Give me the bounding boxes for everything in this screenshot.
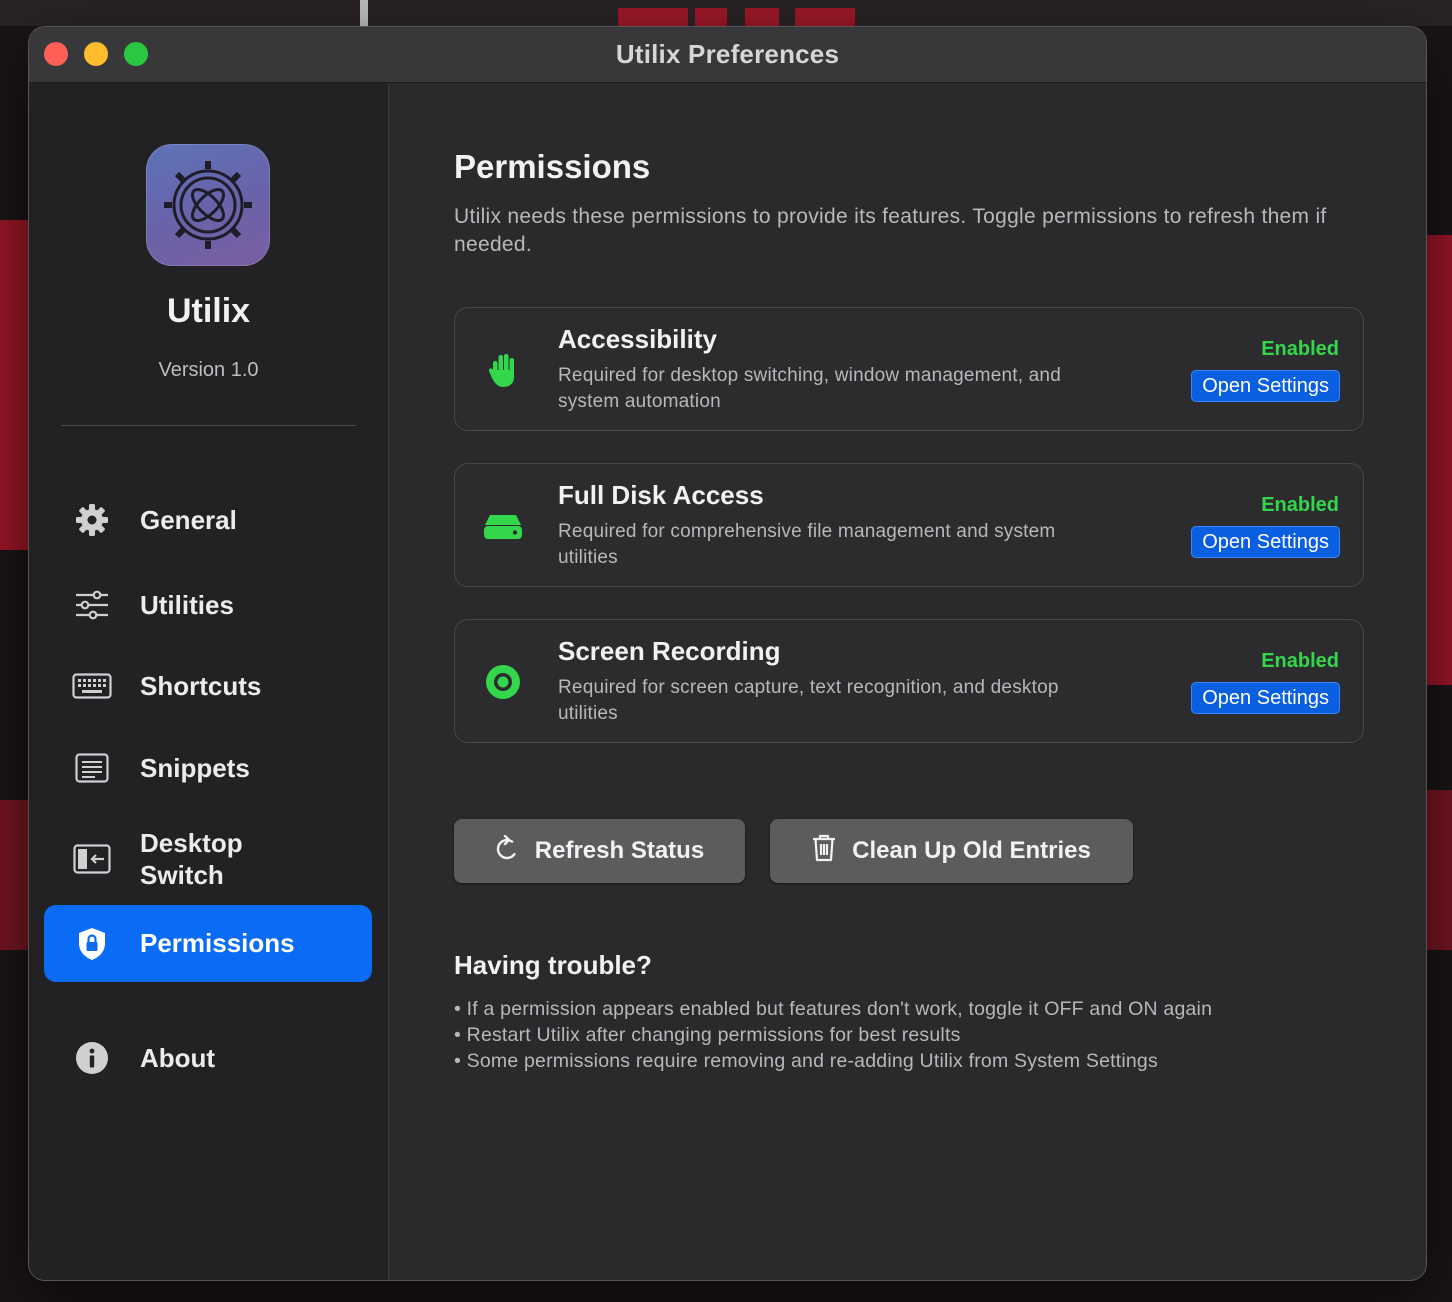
sidebar-item-utilities[interactable]: Utilities bbox=[44, 570, 372, 640]
permission-description: Required for comprehensive file manageme… bbox=[558, 521, 1056, 568]
help-tip: Some permissions require removing and re… bbox=[454, 1048, 1212, 1074]
sidebar: Utilix Version 1.0 General Utilities Sho… bbox=[29, 83, 389, 1280]
sidebar-item-snippets[interactable]: Snippets bbox=[44, 733, 372, 803]
gear-icon bbox=[44, 502, 140, 538]
hand-icon bbox=[483, 350, 523, 390]
sidebar-item-general[interactable]: General bbox=[44, 485, 372, 555]
refresh-status-label: Refresh Status bbox=[534, 837, 705, 864]
help-title: Having trouble? bbox=[454, 950, 652, 980]
clean-up-label: Clean Up Old Entries bbox=[852, 837, 1091, 864]
desktop-switch-icon bbox=[44, 844, 140, 874]
sidebar-item-shortcuts[interactable]: Shortcuts bbox=[44, 651, 372, 721]
sidebar-item-label: About bbox=[140, 1042, 216, 1073]
sidebar-divider bbox=[61, 425, 356, 426]
open-settings-button[interactable]: Open Settings bbox=[1191, 370, 1340, 402]
status-badge: Enabled bbox=[1261, 338, 1339, 360]
sidebar-item-label: General bbox=[140, 504, 237, 535]
keyboard-icon bbox=[44, 673, 140, 699]
sidebar-item-permissions[interactable]: Permissions bbox=[44, 905, 372, 982]
disk-icon bbox=[483, 506, 523, 546]
app-name: Utilix bbox=[166, 292, 251, 330]
permission-description: Required for desktop switching, window m… bbox=[558, 365, 1061, 412]
sidebar-item-desktop-switch[interactable]: Desktop Switch bbox=[44, 813, 372, 905]
open-settings-button[interactable]: Open Settings bbox=[1191, 526, 1340, 558]
window-title: Utilix Preferences bbox=[615, 39, 840, 69]
refresh-status-button[interactable]: Refresh Status bbox=[454, 819, 745, 883]
permission-title: Full Disk Access bbox=[558, 480, 764, 510]
sidebar-item-about[interactable]: About bbox=[44, 1023, 372, 1093]
sidebar-item-label: Permissions bbox=[140, 928, 295, 958]
app-logo-icon bbox=[146, 144, 270, 266]
sliders-icon bbox=[44, 589, 140, 621]
sidebar-item-label: Desktop Switch bbox=[140, 828, 243, 890]
open-settings-button[interactable]: Open Settings bbox=[1191, 682, 1340, 714]
preferences-window: Utilix Preferences Utilix Version 1.0 Ge… bbox=[29, 27, 1426, 1280]
page-title: Permissions bbox=[454, 148, 651, 185]
info-icon bbox=[44, 1041, 140, 1075]
page-description: Utilix needs these permissions to provid… bbox=[454, 205, 1327, 256]
permission-card-accessibility: Accessibility Required for desktop switc… bbox=[454, 307, 1364, 431]
main-content: Permissions Utilix needs these permissio… bbox=[389, 83, 1426, 1280]
sidebar-item-label: Shortcuts bbox=[140, 670, 262, 701]
permission-description: Required for screen capture, text recogn… bbox=[558, 677, 1059, 724]
trash-icon bbox=[812, 834, 836, 869]
status-badge: Enabled bbox=[1261, 494, 1339, 516]
shield-lock-icon bbox=[44, 927, 140, 961]
record-icon bbox=[483, 662, 523, 702]
sidebar-item-label: Snippets bbox=[140, 752, 250, 783]
sidebar-item-label: Utilities bbox=[140, 589, 234, 620]
app-version: Version 1.0 bbox=[158, 359, 259, 381]
help-tip: Restart Utilix after changing permission… bbox=[454, 1022, 1212, 1048]
help-tips: If a permission appears enabled but feat… bbox=[454, 996, 1212, 1074]
permission-title: Accessibility bbox=[558, 324, 717, 354]
status-badge: Enabled bbox=[1261, 650, 1339, 672]
document-text-icon bbox=[44, 753, 140, 783]
clean-up-old-entries-button[interactable]: Clean Up Old Entries bbox=[770, 819, 1133, 883]
title-bar: Utilix Preferences bbox=[29, 27, 1426, 83]
permission-card-screen-recording: Screen Recording Required for screen cap… bbox=[454, 619, 1364, 743]
help-tip: If a permission appears enabled but feat… bbox=[454, 996, 1212, 1022]
permission-title: Screen Recording bbox=[558, 636, 781, 666]
permission-card-full-disk-access: Full Disk Access Required for comprehens… bbox=[454, 463, 1364, 587]
refresh-icon bbox=[495, 834, 519, 868]
